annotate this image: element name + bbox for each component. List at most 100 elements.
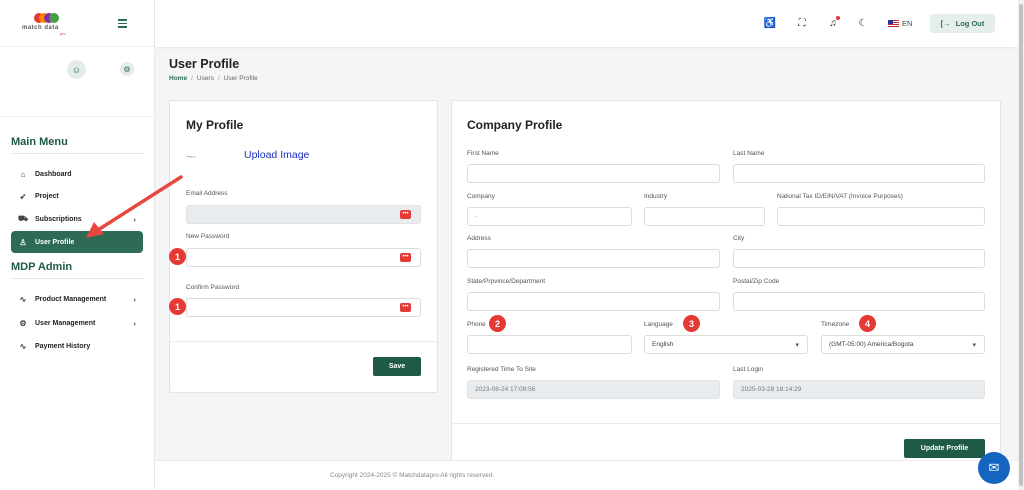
- sidebar-item-dashboard[interactable]: ⌂ Dashboard: [11, 163, 143, 185]
- activity-icon: ∿: [19, 341, 27, 351]
- last-name-label: Last Name: [733, 150, 765, 157]
- settings-gear-icon[interactable]: ⚙: [120, 62, 134, 76]
- email-field[interactable]: •••: [186, 205, 421, 224]
- moon-icon[interactable]: ☾: [857, 17, 869, 29]
- company-field[interactable]: -: [467, 207, 632, 226]
- copyright-text: Copyright 2024-2025 © Matchdatapro All r…: [330, 472, 495, 479]
- timezone-select[interactable]: (GMT-05:00) America/Bogota: [821, 335, 985, 354]
- postal-code-field[interactable]: [733, 292, 985, 311]
- first-name-field[interactable]: [467, 164, 720, 183]
- bell-icon[interactable]: ♫: [827, 16, 840, 29]
- breadcrumb-current: User Profile: [223, 75, 258, 82]
- sidebar-item-payment-history[interactable]: ∿ Payment History: [11, 335, 143, 357]
- confirm-password-label: Confirm Password: [186, 284, 240, 291]
- sidebar-item-label: Payment History: [35, 342, 91, 350]
- city-label: City: [733, 235, 745, 242]
- scrollbar-thumb[interactable]: [1019, 4, 1023, 486]
- us-flag-icon[interactable]: [888, 20, 899, 27]
- company-label: Company: [467, 193, 495, 200]
- user-icon: ♙: [19, 237, 27, 247]
- main-menu-divider: [11, 153, 144, 154]
- industry-field[interactable]: [644, 207, 765, 226]
- first-name-label: First Name: [467, 150, 499, 157]
- sidebar-item-user-profile[interactable]: ♙ User Profile: [11, 231, 143, 253]
- last-name-field[interactable]: [733, 164, 985, 183]
- language-select[interactable]: English: [644, 335, 808, 354]
- annotation-badge-4: 4: [859, 315, 876, 332]
- timezone-label: Timezone: [821, 321, 850, 328]
- logo-icon: [34, 13, 60, 25]
- logout-label: Log Out: [955, 19, 985, 28]
- sidebar-item-label: Subscriptions: [35, 215, 82, 223]
- password-key-icon[interactable]: •••: [400, 253, 411, 262]
- email-label: Email Address: [186, 190, 228, 197]
- annotation-badge-3: 3: [683, 315, 700, 332]
- last-login-label: Last Login: [733, 366, 763, 373]
- fullscreen-icon[interactable]: ⛶: [796, 17, 808, 29]
- chevron-right-icon: ›: [133, 214, 136, 224]
- hamburger-icon[interactable]: [118, 19, 127, 28]
- avatar[interactable]: ☺: [67, 60, 86, 79]
- registered-time-label: Registered Time To Site: [467, 366, 536, 373]
- state-label: State/Prpvince/Department: [467, 278, 546, 285]
- admin-menu-divider: [11, 278, 144, 279]
- city-field[interactable]: [733, 249, 985, 268]
- page-title: User Profile: [169, 57, 240, 71]
- upload-image-link[interactable]: Upload Image: [244, 149, 309, 161]
- breadcrumb-home[interactable]: Home: [169, 75, 187, 82]
- annotation-badge-2: 2: [489, 315, 506, 332]
- new-password-field[interactable]: •••: [186, 248, 421, 267]
- gear-icon: ⚙: [19, 318, 27, 328]
- state-field[interactable]: [467, 292, 720, 311]
- annotation-badge-1: 1: [169, 298, 186, 315]
- sidebar-item-label: Product Management: [35, 295, 107, 303]
- sidebar-item-subscriptions[interactable]: ⛟ Subscriptions ›: [11, 208, 143, 230]
- my-profile-title: My Profile: [186, 118, 244, 132]
- notification-dot: [836, 16, 840, 20]
- annotation-badge-1: 1: [169, 248, 186, 265]
- language-label: Language: [644, 321, 673, 328]
- chevron-right-icon: ›: [133, 294, 136, 304]
- logo-subtext: pro: [60, 31, 66, 36]
- rocket-icon: ➶: [19, 191, 27, 201]
- chevron-right-icon: ›: [133, 318, 136, 328]
- card-divider: [170, 341, 437, 342]
- sidebar-item-label: Dashboard: [35, 170, 72, 178]
- sidebar-item-label: Project: [35, 192, 59, 200]
- sidebar-item-product-management[interactable]: ∿ Product Management ›: [11, 288, 143, 310]
- logout-icon: [→: [940, 19, 951, 28]
- main-menu-heading: Main Menu: [11, 136, 68, 148]
- cart-icon: ⛟: [18, 214, 29, 223]
- industry-label: Industry: [644, 193, 668, 200]
- footer: Copyright 2024-2025 © Matchdatapro All r…: [155, 460, 1018, 490]
- accessibility-icon[interactable]: ♿: [764, 17, 776, 29]
- logout-button[interactable]: [→ Log Out: [930, 14, 995, 33]
- breadcrumb: Home / Users / User Profile: [169, 75, 258, 82]
- card-divider: [452, 423, 1000, 424]
- company-profile-title: Company Profile: [467, 118, 563, 132]
- tax-id-field[interactable]: [777, 207, 985, 226]
- image-icon: ⁓◦: [186, 154, 196, 161]
- phone-field[interactable]: [467, 335, 632, 354]
- password-key-icon[interactable]: •••: [400, 303, 411, 312]
- sidebar-item-label: User Profile: [35, 238, 75, 246]
- admin-menu-heading: MDP Admin: [11, 261, 73, 273]
- activity-icon: ∿: [19, 294, 27, 304]
- sidebar-item-project[interactable]: ➶ Project: [11, 185, 143, 207]
- tax-id-label: National Tax ID/EIN/VAT (Invoice Purpose…: [777, 193, 903, 200]
- my-profile-card: [169, 100, 438, 393]
- breadcrumb-users[interactable]: Users: [197, 75, 214, 82]
- postal-code-label: Postal/Zip Code: [733, 278, 780, 285]
- sidebar-item-label: User Management: [35, 319, 96, 327]
- chat-bubble-icon[interactable]: ✉: [978, 452, 1010, 484]
- save-button[interactable]: Save: [373, 357, 421, 376]
- address-field[interactable]: [467, 249, 720, 268]
- home-icon: ⌂: [20, 169, 26, 179]
- update-profile-button[interactable]: Update Profile: [904, 439, 985, 458]
- language-selector[interactable]: EN: [902, 19, 912, 28]
- confirm-password-field[interactable]: •••: [186, 298, 421, 317]
- last-login-field: 2025-03-28 18:14:29: [733, 380, 985, 399]
- password-key-icon[interactable]: •••: [400, 210, 411, 219]
- sidebar-profile-area: ☺ ⚙: [0, 47, 154, 117]
- sidebar-item-user-management[interactable]: ⚙ User Management ›: [11, 312, 143, 334]
